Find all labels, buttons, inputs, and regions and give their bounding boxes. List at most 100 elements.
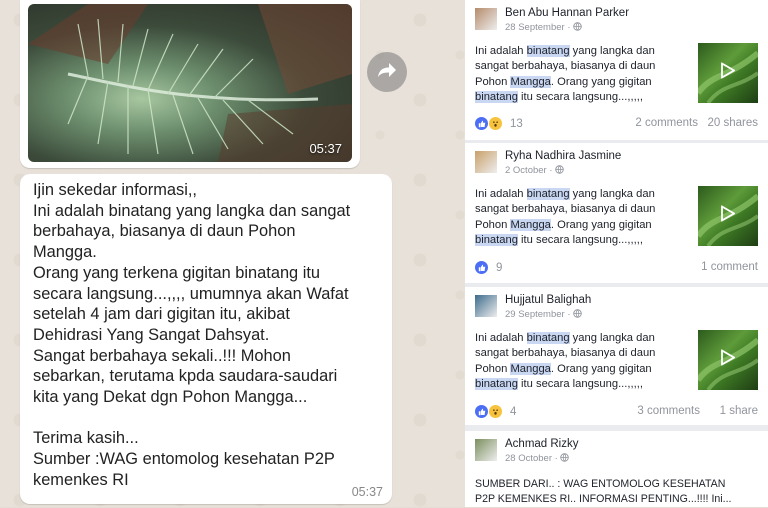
avatar[interactable]: [475, 295, 497, 317]
reaction-count: 4: [510, 405, 517, 418]
post-text-line: binatang itu secara langsung...,,,,,: [475, 90, 690, 105]
text-segment: sangat berbahaya, biasanya di daun: [475, 347, 656, 360]
wow-icon: [489, 117, 502, 130]
text-segment: yang langka dan: [569, 45, 655, 57]
reaction-count: 9: [496, 261, 503, 274]
avatar[interactable]: [475, 151, 497, 173]
post-text-line: sangat berbahaya, biasanya di daun: [475, 346, 690, 361]
post-author[interactable]: Achmad Rizky: [505, 438, 579, 450]
text-segment: . Orang yang gigitan: [550, 218, 652, 231]
facebook-post: Hujjatul Balighah 29 September · Ini adal…: [465, 287, 768, 425]
facebook-post: Ryha Nadhira Jasmine 2 October · Ini adal…: [465, 143, 768, 283]
post-text-line: Pohon Mangga. Orang yang gigitan: [475, 218, 690, 233]
message-line: Ijin sekedar informasi,,: [33, 181, 197, 199]
post-author[interactable]: Ryha Nadhira Jasmine: [505, 150, 621, 162]
text-segment: itu secara langsung...,,,,,: [517, 233, 643, 246]
text-segment: yang langka dan: [569, 188, 655, 200]
message-line: Ini adalah binatang yang langka dan sang…: [33, 201, 351, 220]
forward-button[interactable]: [367, 52, 407, 92]
highlighted-keyword: binatang: [475, 233, 518, 246]
comments-count-link[interactable]: 2 comments: [635, 117, 698, 129]
comments-count-link[interactable]: 3 comments: [637, 405, 700, 417]
video-thumbnail[interactable]: [698, 43, 758, 103]
post-text-line: SUMBER DARI.. : WAG ENTOMOLOG KESEHATAN: [475, 477, 760, 492]
post-text: SUMBER DARI.. : WAG ENTOMOLOG KESEHATAN P…: [475, 477, 760, 508]
reactions-summary[interactable]: 13: [475, 117, 523, 130]
highlighted-keyword: binatang: [475, 377, 518, 390]
post-text-line: Ini adalah binatang yang langka dan: [475, 187, 690, 202]
message-timestamp: 05:37: [351, 485, 383, 499]
comments-count-link[interactable]: 1 comment: [701, 261, 758, 273]
reactions-summary[interactable]: 4: [475, 405, 516, 418]
like-icon: [475, 117, 488, 130]
post-text-line: Pohon Mangga. Orang yang gigitan: [475, 362, 690, 377]
message-line: Sumber :WAG entomolog kesehatan P2P: [33, 450, 335, 469]
text-segment: itu secara langsung...,,,,,: [517, 377, 643, 390]
video-message-bubble[interactable]: 05:37: [20, 0, 360, 168]
text-segment: sangat berbahaya, biasanya di daun: [475, 60, 656, 73]
text-segment: . Orang yang gigitan: [550, 75, 652, 88]
avatar[interactable]: [475, 439, 497, 461]
message-line: berbahaya, biasanya di daun Pohon: [33, 222, 296, 241]
post-date[interactable]: 28 September ·: [505, 22, 582, 33]
text-message-bubble[interactable]: Ijin sekedar informasi,, Ini adalah binat…: [20, 174, 392, 504]
message-line: Orang yang terkena gigitan binatang itu: [33, 263, 321, 282]
text-segment: Ini adalah: [475, 332, 527, 344]
post-text-line: sangat berbahaya, biasanya di daun: [475, 202, 690, 217]
post-author[interactable]: Ben Abu Hannan Parker: [505, 7, 629, 19]
message-line: Sangat berbahaya sekali..!!! Mohon: [33, 346, 291, 365]
text-segment: . Orang yang gigitan: [550, 362, 652, 375]
facebook-post: Achmad Rizky 28 October · SUMBER DARI.. :…: [465, 431, 768, 507]
message-text: Ijin sekedar informasi,, Ini adalah binat…: [33, 180, 383, 491]
highlighted-keyword: Mangga: [510, 218, 551, 231]
post-date[interactable]: 28 October ·: [505, 453, 570, 464]
post-author[interactable]: Hujjatul Balighah: [505, 294, 591, 306]
post-date[interactable]: 29 September ·: [505, 309, 582, 320]
text-segment: Ini adalah: [475, 188, 527, 200]
text-segment: sangat berbahaya, biasanya di daun: [475, 203, 656, 216]
facebook-posts-panel: Ben Abu Hannan Parker 28 September · Ini …: [465, 0, 768, 507]
text-segment: yang langka dan: [569, 332, 655, 344]
post-text-line: binatang itu secara langsung...,,,,,: [475, 233, 690, 248]
post-text-line: Ini adalah binatang yang langka dan: [475, 331, 690, 346]
message-line: sebarkan, terutama kpda saudara-saudari: [33, 367, 338, 386]
post-text-line: Pohon Mangga. Orang yang gigitan: [475, 75, 690, 90]
message-line: kita yang Dekat dgn Pohon Mangga...: [33, 388, 308, 407]
play-icon: [721, 348, 736, 371]
post-text: Ini adalah binatang yang langka dan sanga…: [475, 331, 690, 392]
play-icon: [721, 204, 736, 227]
video-duration: 05:37: [309, 141, 342, 156]
globe-icon: [573, 22, 582, 33]
video-thumbnail[interactable]: [698, 186, 758, 246]
reaction-count: 13: [510, 117, 523, 130]
wow-icon: [489, 405, 502, 418]
highlighted-keyword: binatang: [526, 332, 570, 344]
post-date[interactable]: 2 October ·: [505, 165, 564, 176]
globe-icon: [573, 309, 582, 320]
reactions-summary[interactable]: 9: [475, 261, 502, 274]
post-text-line: P2P KEMENKES RI.. INFORMASI PENTING...!!…: [475, 492, 760, 507]
highlighted-keyword: binatang: [475, 90, 518, 103]
post-text: Ini adalah binatang yang langka dan sanga…: [475, 187, 690, 248]
text-segment: Ini adalah: [475, 45, 527, 57]
message-line: secara langsung...,,,, umumnya akan Wafa…: [33, 284, 349, 303]
post-text-line: binatang itu secara langsung...,,,,,: [475, 377, 690, 392]
text-segment: Pohon: [475, 362, 511, 375]
message-line: setelah 4 jam dari gigitan itu, akibat: [33, 305, 290, 324]
like-icon: [475, 405, 488, 418]
like-icon: [475, 261, 488, 274]
video-thumbnail[interactable]: [698, 330, 758, 390]
shares-count-link[interactable]: 1 share: [720, 405, 758, 417]
text-segment: Pohon: [475, 218, 511, 231]
highlighted-keyword: Mangga: [510, 75, 551, 88]
whatsapp-chat: 05:37 Ijin sekedar informasi,, Ini adalah…: [0, 0, 465, 507]
video-thumbnail[interactable]: 05:37: [28, 4, 352, 162]
avatar[interactable]: [475, 8, 497, 30]
post-text-line: Ini adalah binatang yang langka dan: [475, 44, 690, 59]
forward-arrow-icon: [377, 62, 397, 83]
globe-icon: [555, 165, 564, 176]
facebook-post: Ben Abu Hannan Parker 28 September · Ini …: [465, 0, 768, 140]
highlighted-keyword: binatang: [526, 45, 570, 57]
shares-count-link[interactable]: 20 shares: [707, 117, 758, 129]
highlighted-keyword: binatang: [526, 188, 570, 200]
